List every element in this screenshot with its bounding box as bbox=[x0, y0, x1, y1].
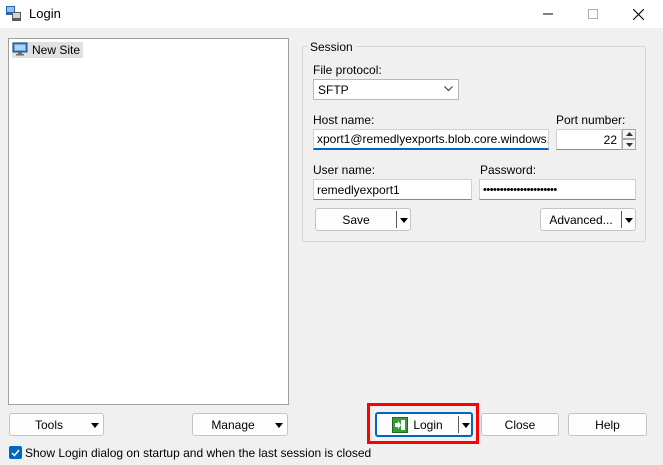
maximize-button[interactable] bbox=[570, 0, 616, 28]
file-protocol-label: File protocol: bbox=[313, 63, 382, 77]
close-icon bbox=[632, 8, 644, 20]
caret-down-icon[interactable] bbox=[462, 423, 470, 428]
caret-down-icon bbox=[91, 423, 99, 428]
save-split-button[interactable]: Save bbox=[315, 208, 411, 231]
advanced-button-label: Advanced... bbox=[549, 212, 613, 227]
site-item-new-site[interactable]: New Site bbox=[12, 42, 84, 59]
port-number-value: 22 bbox=[603, 132, 617, 147]
title-bar: Login bbox=[0, 0, 663, 28]
user-name-label: User name: bbox=[313, 163, 376, 177]
password-input[interactable]: •••••••••••••••••••••• bbox=[479, 179, 636, 200]
split-divider bbox=[396, 211, 397, 228]
window-title: Login bbox=[29, 6, 61, 21]
host-name-value: xport1@remedlyexports.blob.core.windows.… bbox=[317, 132, 549, 146]
close-button-label: Close bbox=[504, 417, 536, 432]
tools-button[interactable]: Tools bbox=[9, 413, 104, 436]
app-icon bbox=[5, 5, 22, 22]
chevron-down-icon bbox=[444, 86, 453, 92]
host-name-input[interactable]: xport1@remedlyexports.blob.core.windows.… bbox=[313, 129, 549, 150]
checkmark-icon bbox=[11, 449, 20, 457]
login-icon bbox=[392, 417, 408, 436]
port-number-input[interactable]: 22 bbox=[556, 129, 622, 150]
user-name-input[interactable]: remedlyexport1 bbox=[313, 179, 472, 200]
save-button-label: Save bbox=[342, 212, 370, 227]
tools-button-label: Tools bbox=[34, 417, 63, 432]
session-legend: Session bbox=[307, 40, 356, 54]
caret-down-icon[interactable] bbox=[625, 218, 633, 223]
show-login-checkbox[interactable] bbox=[9, 446, 22, 459]
caret-down-icon bbox=[275, 423, 283, 428]
advanced-split-button[interactable]: Advanced... bbox=[540, 208, 636, 231]
port-decrement-button[interactable] bbox=[622, 139, 636, 150]
login-split-button[interactable]: Login bbox=[375, 412, 473, 437]
manage-button-label: Manage bbox=[211, 417, 255, 432]
maximize-icon bbox=[588, 9, 598, 19]
split-divider bbox=[621, 211, 622, 228]
login-button-label: Login bbox=[413, 417, 443, 432]
minimize-button[interactable] bbox=[525, 0, 571, 28]
show-login-label: Show Login dialog on startup and when th… bbox=[25, 446, 372, 460]
help-button[interactable]: Help bbox=[568, 413, 647, 436]
password-mask: •••••••••••••••••••••• bbox=[483, 183, 557, 196]
manage-button[interactable]: Manage bbox=[192, 413, 288, 436]
minimize-icon bbox=[543, 13, 553, 15]
arrow-up-icon bbox=[625, 132, 633, 136]
host-name-label: Host name: bbox=[313, 113, 375, 127]
port-number-stepper[interactable]: 22 bbox=[556, 129, 636, 150]
port-increment-button[interactable] bbox=[622, 129, 636, 139]
user-name-value: remedlyexport1 bbox=[317, 182, 400, 197]
site-item-label: New Site bbox=[32, 43, 81, 57]
file-protocol-select[interactable]: SFTP bbox=[313, 79, 459, 100]
monitor-icon bbox=[12, 42, 28, 59]
caret-down-icon[interactable] bbox=[400, 218, 408, 223]
help-button-label: Help bbox=[595, 417, 620, 432]
close-window-button[interactable] bbox=[615, 0, 661, 28]
site-tree[interactable]: New Site bbox=[8, 38, 289, 405]
port-number-label: Port number: bbox=[556, 113, 626, 127]
split-divider bbox=[458, 416, 459, 433]
close-button[interactable]: Close bbox=[481, 413, 559, 436]
password-label: Password: bbox=[480, 163, 537, 177]
arrow-down-icon bbox=[625, 142, 633, 147]
file-protocol-value: SFTP bbox=[318, 82, 349, 97]
